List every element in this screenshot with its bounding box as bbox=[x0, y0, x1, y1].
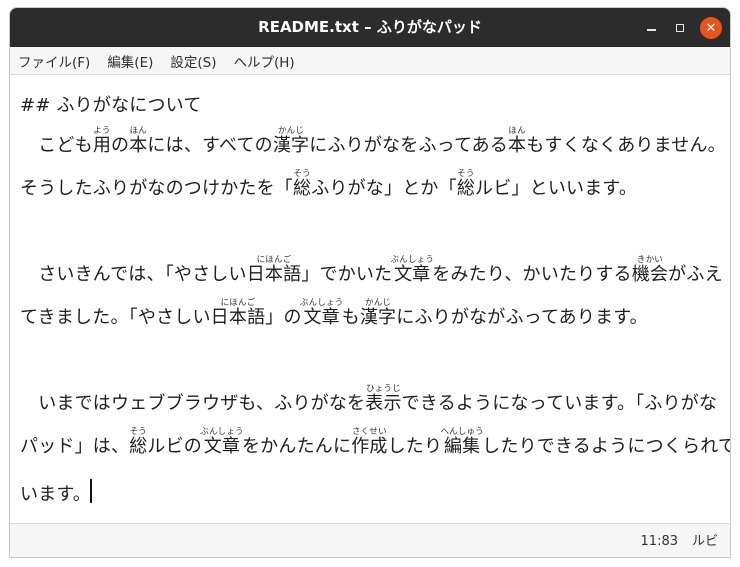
ruby-word: 文章ぶんしょう bbox=[390, 255, 435, 285]
close-icon: ✕ bbox=[705, 20, 717, 36]
text-run: したりできるようにつくられて bbox=[482, 436, 731, 457]
ruby-word: 文章ぶんしょう bbox=[299, 298, 344, 328]
text-run: できるようになっています。「ふりがな bbox=[401, 393, 718, 414]
minimize-icon bbox=[646, 29, 656, 31]
ruby-word: 用よう bbox=[92, 126, 112, 156]
text-run: の bbox=[111, 135, 130, 156]
menu-help[interactable]: ヘルプ(H) bbox=[234, 51, 304, 71]
ruby-mode-indicator[interactable]: ルビ bbox=[692, 524, 718, 557]
ruby-word: 機会きかい bbox=[631, 255, 669, 285]
ruby-word: 漢字かんじ bbox=[359, 298, 397, 328]
text-run: ふりがな」とか「 bbox=[311, 178, 457, 199]
ruby-word: 作成さくせい bbox=[351, 427, 388, 457]
menu-file[interactable]: ファイル(F) bbox=[18, 51, 99, 71]
text-cursor bbox=[90, 479, 92, 503]
ruby-word: 総そう bbox=[293, 169, 312, 199]
ruby-word: 表示ひょうじ bbox=[365, 384, 402, 414]
menu-settings[interactable]: 設定(S) bbox=[170, 51, 225, 71]
text-run: も bbox=[341, 307, 360, 328]
text-run: いまではウェブブラウザも、ふりがなを bbox=[20, 393, 366, 414]
maximize-icon bbox=[676, 24, 684, 32]
paragraph-1-line-1: こども用ようの本ほんには、すべての漢字かんじにふりがなをふってある本ほんもすくな… bbox=[20, 126, 726, 157]
title-bar[interactable]: README.txt – ふりがなパッド ✕ bbox=[10, 8, 730, 47]
ruby-word: 本ほん bbox=[508, 126, 527, 156]
menu-bar: ファイル(F) 編集(E) 設定(S) ヘルプ(H) bbox=[10, 47, 730, 75]
paragraph-1-line-2: そうしたふりがなのつけかたを「総そうふりがな」とか「総そうルビ」といいます。 bbox=[20, 169, 637, 200]
paragraph-2-line-1: さいきんでは、「やさしい日本語にほんご」でかいた文章ぶんしょうをみたり、かいたり… bbox=[20, 255, 723, 286]
paragraph-3-line-3: います。 bbox=[20, 480, 91, 506]
paragraph-2-line-2: てきました。「やさしい日本語にほんご」の文章ぶんしょうも漢字かんじにふりがながふ… bbox=[20, 298, 648, 329]
text-run: ルビ」といいます。 bbox=[475, 178, 638, 199]
menu-edit[interactable]: 編集(E) bbox=[107, 51, 162, 71]
text-run: パッド」は、 bbox=[20, 436, 130, 457]
text-run: さいきんでは、「やさしい bbox=[20, 264, 247, 285]
maximize-button[interactable] bbox=[669, 17, 691, 39]
close-button[interactable]: ✕ bbox=[700, 17, 722, 39]
ruby-word: 編集へんしゅう bbox=[440, 427, 484, 457]
text-run: をみたり、かいたりする bbox=[432, 264, 632, 285]
text-run: います。 bbox=[20, 484, 91, 505]
app-window: README.txt – ふりがなパッド ✕ ファイル(F) 編集(E) 設定(… bbox=[9, 7, 731, 558]
text-run: 」の bbox=[265, 307, 302, 328]
text-run: そうしたふりがなのつけかたを「 bbox=[20, 178, 293, 199]
ruby-word: 文章ぶんしょう bbox=[200, 427, 244, 457]
text-run: てきました。「やさしい bbox=[20, 307, 211, 328]
text-run: 」でかいた bbox=[301, 264, 393, 285]
text-run: にふりがながふってあります。 bbox=[396, 307, 648, 328]
status-bar: 11:83 ルビ bbox=[10, 523, 730, 557]
ruby-word: 日本語にほんご bbox=[246, 255, 302, 285]
text-run: にふりがなをふってある bbox=[309, 135, 509, 156]
window-title: README.txt – ふりがなパッド bbox=[258, 18, 482, 36]
paragraph-3-line-1: いまではウェブブラウザも、ふりがなを表示ひょうじできるようになっています。「ふり… bbox=[20, 384, 717, 415]
ruby-word: 漢字かんじ bbox=[272, 126, 310, 156]
minimize-button[interactable] bbox=[640, 17, 662, 39]
text-run: ルビの bbox=[147, 436, 203, 457]
text-run: がふえ bbox=[668, 264, 723, 285]
ruby-word: 本ほん bbox=[129, 126, 148, 156]
heading-line: ## ふりがなについて bbox=[20, 91, 202, 117]
text-run: もすくなくありません。 bbox=[526, 135, 726, 156]
ruby-word: 総そう bbox=[129, 427, 148, 457]
ruby-word: 日本語にほんご bbox=[210, 298, 266, 328]
text-run: には、すべての bbox=[147, 135, 273, 156]
paragraph-3-line-2: パッド」は、総そうルビの文章ぶんしょうをかんたんに作成さくせいしたり編集へんしゅ… bbox=[20, 427, 731, 458]
ruby-word: 総そう bbox=[456, 169, 476, 199]
text-run: こども bbox=[20, 135, 93, 156]
cursor-position: 11:83 bbox=[640, 534, 678, 549]
heading-text: ## ふりがなについて bbox=[20, 95, 202, 116]
text-editor[interactable]: ## ふりがなについて こども用ようの本ほんには、すべての漢字かんじにふりがなを… bbox=[10, 76, 730, 523]
text-run: をかんたんに bbox=[241, 436, 352, 457]
text-run: したり bbox=[387, 436, 443, 457]
